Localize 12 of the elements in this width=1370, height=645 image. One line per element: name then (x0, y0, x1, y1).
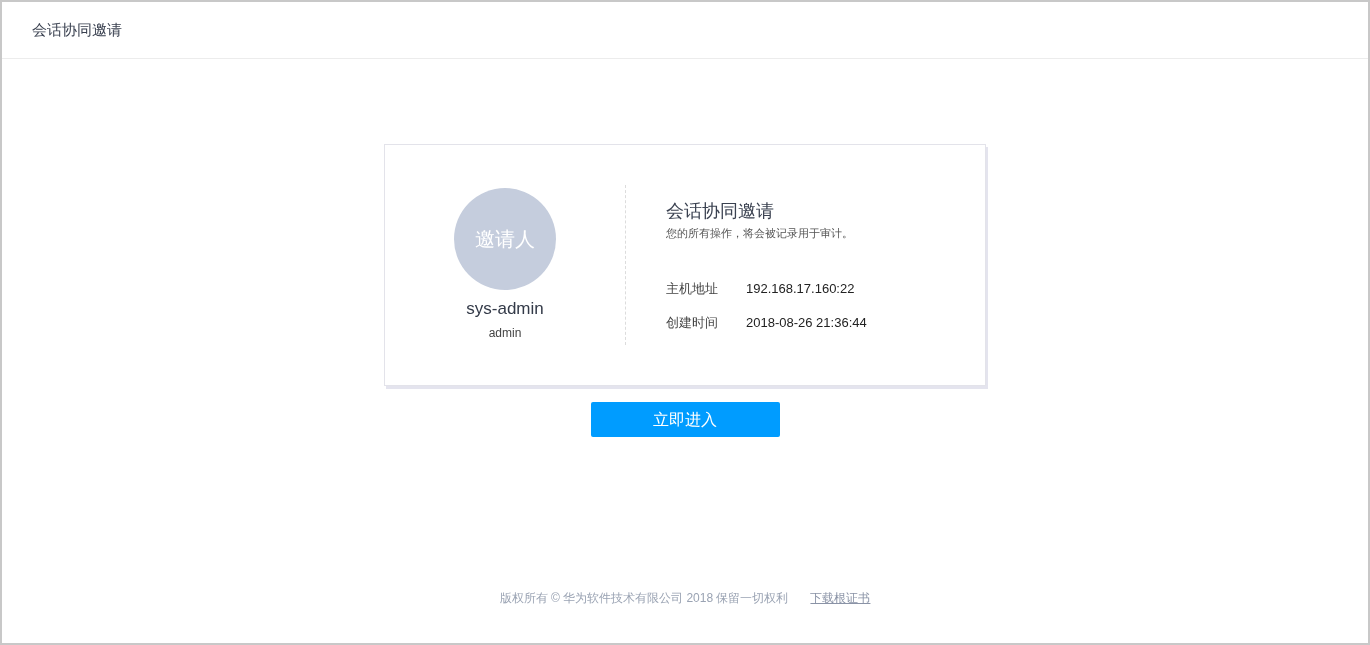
field-value: 192.168.17.160:22 (746, 280, 855, 299)
field-value: 2018-08-26 21:36:44 (746, 313, 867, 332)
field-label: 主机地址 (666, 280, 719, 299)
enter-button[interactable]: 立即进入 (590, 402, 780, 437)
copyright-text: 版权所有 © 华为软件技术有限公司 2018 保留一切权利 (499, 590, 789, 607)
audit-notice: 您的所有操作，将会被记录用于审计。 (666, 225, 854, 241)
field-label: 创建时间 (666, 313, 719, 332)
invitation-title: 会话协同邀请 (666, 199, 775, 223)
page-title: 会话协同邀请 (32, 19, 122, 40)
inviter-role: admin (488, 324, 522, 342)
download-certificate-link[interactable]: 下载根证书 (810, 589, 871, 607)
inviter-name: sys-admin (466, 298, 544, 321)
